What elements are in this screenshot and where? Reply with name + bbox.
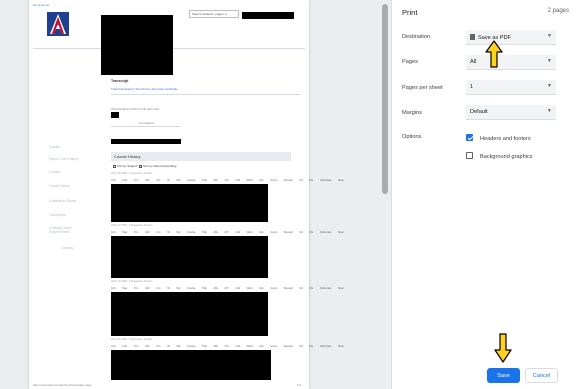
panel-title: Print xyxy=(402,8,418,17)
sidebar-link-grades-2: Grades xyxy=(49,170,61,174)
chevron-down-icon: ▼ xyxy=(547,33,552,39)
redacted-gpa xyxy=(111,112,119,118)
sort-options: Sort by Subject Sort by Date Descending xyxy=(113,164,176,168)
preview-page: Go to Home Search students, pages, e Tra… xyxy=(29,0,344,389)
page-count: 2 pages xyxy=(547,8,569,14)
margins-value: Default xyxy=(470,109,488,115)
pages-per-sheet-value: 1 xyxy=(470,84,474,90)
table-header: Grd Year Trm Sch Crs ID Std Course Title… xyxy=(111,287,344,290)
background-graphics-label: Background graphics xyxy=(480,154,533,160)
chevron-down-icon: ▼ xyxy=(547,58,552,64)
chevron-down-icon: ▼ xyxy=(547,83,552,89)
redacted-courses xyxy=(111,184,268,222)
headers-footers-label: Headers and footers xyxy=(480,136,531,142)
pages-select[interactable]: All ▼ xyxy=(466,55,556,70)
year-label: 2014-15 CMS - Progressive Studies xyxy=(111,338,153,341)
save-button[interactable]: Save xyxy=(487,368,520,383)
table-header: Grd Year Trm Sch Crs ID Std Course Title… xyxy=(111,179,344,182)
redacted-credits xyxy=(111,139,181,144)
document-icon xyxy=(470,34,475,40)
cancel-button[interactable]: Cancel xyxy=(525,368,558,383)
sidebar-link-grades: Grades xyxy=(49,145,61,149)
sidebar-link-report-card-history: Report Card History xyxy=(49,157,79,161)
search-input: Search students, pages, e xyxy=(189,10,239,18)
sidebar-link-graduation-status: Graduation Status xyxy=(49,199,77,203)
pages-per-sheet-select[interactable]: 1 ▼ xyxy=(466,80,556,95)
sidebar-link-transcripts: Transcripts xyxy=(49,213,66,217)
background-graphics-checkbox[interactable] xyxy=(466,152,473,159)
background-graphics-option[interactable]: Background graphics xyxy=(466,152,533,160)
transcript-tabs: Transcript History Test Scores Summary S… xyxy=(111,87,178,91)
table-header: Grd Year Trm Sch Crs ID Std Course Title… xyxy=(111,345,344,348)
sidebar-link-grade-history: Grade History xyxy=(49,184,70,188)
pages-label: Pages xyxy=(402,59,418,65)
gpa-header: GPA Weighted GPA Credit Summary xyxy=(111,107,160,111)
redacted-student-photo xyxy=(101,15,173,75)
page-number: 1/2 xyxy=(297,383,302,387)
headers-footers-checkbox[interactable] xyxy=(466,134,473,141)
destination-label: Destination xyxy=(402,34,430,40)
year-label: 2015-16 CMS - Progressive Studies xyxy=(111,280,153,283)
redacted-user xyxy=(242,12,294,19)
arrow-down-icon xyxy=(494,333,512,363)
redacted-courses xyxy=(111,236,268,278)
transcript-heading: Transcript xyxy=(111,79,129,83)
footer-url: https://example.com/aeries/Transcripts.a… xyxy=(33,383,92,387)
headers-footers-option[interactable]: Headers and footers xyxy=(466,134,531,142)
year-label: 2017-18 CMS - Progressive Studies xyxy=(111,172,153,175)
sidebar-link-college-career: College/Career Requirements xyxy=(49,226,72,234)
sidebar-link-classes: Classes xyxy=(61,246,74,250)
chevron-down-icon: ▼ xyxy=(547,108,552,114)
destination-select[interactable]: Save as PDF ▼ xyxy=(466,30,556,45)
cumulative-label: Cumulative xyxy=(139,121,155,125)
year-label: 2016-17 CMS - Progressive Studies xyxy=(111,224,153,227)
options-label: Options xyxy=(402,134,422,140)
redacted-courses xyxy=(111,292,268,336)
redacted-courses xyxy=(111,350,271,380)
preview-scrollbar-thumb[interactable] xyxy=(382,4,388,194)
table-header: Grd Year Trm Sch Crs ID Std Course Title… xyxy=(111,231,344,234)
aeries-logo xyxy=(47,12,69,36)
margins-select[interactable]: Default ▼ xyxy=(466,105,556,120)
pages-per-sheet-label: Pages per sheet xyxy=(402,85,443,91)
course-history-header: Course History xyxy=(111,152,291,161)
margins-label: Margins xyxy=(402,110,422,116)
print-preview: Go to Home Search students, pages, e Tra… xyxy=(0,0,391,389)
top-link: Go to Home xyxy=(33,3,50,7)
arrow-up-icon xyxy=(485,40,503,68)
pages-value: All xyxy=(470,59,477,65)
